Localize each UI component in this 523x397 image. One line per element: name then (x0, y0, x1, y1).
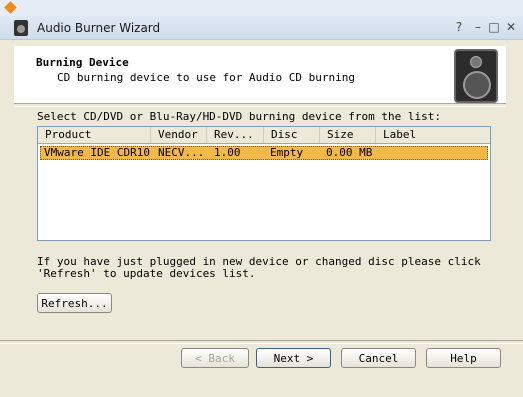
column-label[interactable]: Label (376, 127, 490, 143)
minimize-icon[interactable]: – (470, 19, 486, 35)
column-disc[interactable]: Disc (264, 127, 320, 143)
footer-divider (0, 340, 523, 344)
cell-product: VMware IDE CDR10 (44, 146, 150, 159)
device-list[interactable]: Product Vendor Rev... Disc Size Label VM… (37, 126, 491, 241)
cell-size: 0.00 MB (326, 146, 373, 159)
back-button[interactable]: < Back (181, 348, 249, 368)
speaker-app-icon (14, 20, 28, 36)
maximize-icon[interactable]: □ (486, 19, 502, 35)
help-window-icon[interactable]: ? (451, 19, 467, 35)
window-title: Audio Burner Wizard (37, 21, 161, 35)
speaker-icon (454, 49, 498, 103)
title-bar: Audio Burner Wizard ? – □ ✕ (0, 16, 523, 40)
page-subtitle: CD burning device to use for Audio CD bu… (57, 71, 356, 84)
app-logo-icon (4, 1, 17, 14)
refresh-button[interactable]: Refresh... (37, 293, 112, 313)
header-divider (14, 103, 506, 107)
device-row[interactable]: VMware IDE CDR10 NECV... 1.00 Empty 0.00… (40, 146, 488, 160)
refresh-note: If you have just plugged in new device o… (37, 256, 481, 280)
cell-vendor: NECV... (158, 146, 205, 159)
column-rev[interactable]: Rev... (207, 127, 264, 143)
column-size[interactable]: Size (320, 127, 376, 143)
cancel-button[interactable]: Cancel (341, 348, 416, 368)
top-strip (0, 0, 523, 16)
page-title: Burning Device (36, 56, 129, 69)
device-prompt: Select CD/DVD or Blu-Ray/HD-DVD burning … (37, 110, 441, 123)
speaker-woofer (463, 71, 491, 99)
close-icon[interactable]: ✕ (503, 19, 519, 35)
speaker-tweeter (470, 56, 482, 68)
wizard-body: Burning Device CD burning device to use … (0, 40, 523, 397)
column-product[interactable]: Product (38, 127, 151, 143)
refresh-note-line2: 'Refresh' to update devices list. (37, 267, 256, 280)
wizard-header: Burning Device CD burning device to use … (14, 46, 506, 104)
cell-disc: Empty (270, 146, 304, 159)
cell-rev: 1.00 (214, 146, 241, 159)
list-header: Product Vendor Rev... Disc Size Label (38, 127, 490, 144)
next-button[interactable]: Next > (256, 348, 331, 368)
help-button[interactable]: Help (426, 348, 501, 368)
column-vendor[interactable]: Vendor (151, 127, 207, 143)
